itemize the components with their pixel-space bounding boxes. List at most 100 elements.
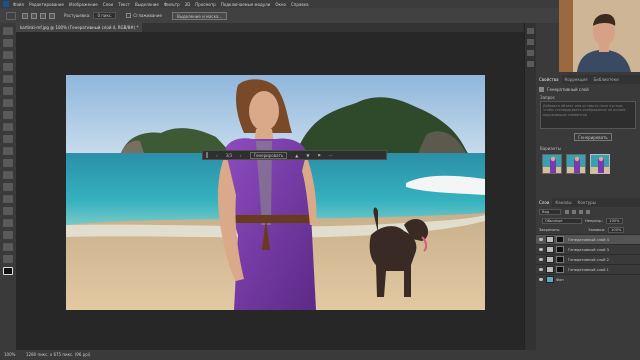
crop-tool-icon[interactable] — [3, 75, 13, 83]
menu-view[interactable]: Просмотр — [195, 2, 216, 7]
history-panel-icon[interactable] — [527, 28, 534, 34]
subtract-selection-icon[interactable] — [40, 12, 46, 19]
foreground-background-color-icon[interactable] — [3, 267, 13, 275]
layer-mask-thumbnail[interactable] — [556, 266, 564, 273]
move-tool-icon[interactable] — [3, 27, 13, 35]
blend-row: Обычные Непрозр.: 100% — [536, 216, 640, 225]
visibility-eye-icon[interactable] — [539, 278, 543, 281]
swatches-panel-icon[interactable] — [527, 50, 534, 56]
dodge-tool-icon[interactable] — [3, 183, 13, 191]
intersect-selection-icon[interactable] — [49, 12, 55, 19]
antialias-label: Сглаживание — [133, 13, 162, 18]
new-selection-icon[interactable] — [22, 12, 28, 19]
menu-layers[interactable]: Слои — [103, 2, 113, 7]
taskbar-grip-icon[interactable] — [206, 152, 208, 158]
thumbs-up-icon[interactable]: ▲ — [295, 153, 298, 158]
layer-mask-thumbnail[interactable] — [556, 246, 564, 253]
visibility-eye-icon[interactable] — [539, 258, 543, 261]
photoshop-logo-icon[interactable] — [3, 1, 9, 7]
visibility-eye-icon[interactable] — [539, 248, 543, 251]
layer-mask-thumbnail[interactable] — [556, 236, 564, 243]
feather-input[interactable]: 0 пикс. — [93, 12, 117, 19]
menu-window[interactable]: Окно — [275, 2, 286, 7]
menu-plugins[interactable]: Подключаемые модули — [221, 2, 271, 7]
menu-text[interactable]: Текст — [118, 2, 130, 7]
prev-variant-icon[interactable]: ‹ — [216, 153, 218, 158]
more-options-icon[interactable]: ··· — [329, 153, 333, 158]
layer-row[interactable]: Фон — [536, 274, 640, 284]
layer-row[interactable]: Генеративный слой 3 — [536, 244, 640, 254]
fill-input[interactable]: 100% — [608, 226, 625, 233]
pen-tool-icon[interactable] — [3, 195, 13, 203]
visibility-eye-icon[interactable] — [539, 238, 543, 241]
layer-mask-thumbnail[interactable] — [556, 256, 564, 263]
document-image[interactable] — [66, 75, 485, 310]
layer-type-row: Генеративный слой — [536, 84, 640, 94]
variant-thumbnail[interactable] — [590, 154, 610, 174]
blur-tool-icon[interactable] — [3, 171, 13, 179]
variant-thumbnail[interactable] — [542, 154, 562, 174]
menu-select[interactable]: Выделение — [135, 2, 159, 7]
prompt-input[interactable]: Добавьте объект или оставьте поле пустым… — [540, 101, 636, 129]
filter-pixel-icon[interactable] — [565, 209, 569, 214]
quick-select-tool-icon[interactable] — [3, 63, 13, 71]
filter-shape-icon[interactable] — [586, 209, 590, 214]
document-tab[interactable]: kartinki-mf.jpg @ 100% (Генеративный сло… — [16, 23, 143, 32]
lasso-tool-icon[interactable] — [3, 51, 13, 59]
antialias-checkbox[interactable] — [126, 13, 132, 18]
flag-icon[interactable]: ⚑ — [317, 153, 321, 158]
canvas-area[interactable]: ‹ 3/3 › Генерировать ▲ ▼ ⚑ ··· — [16, 32, 524, 350]
layer-name: Генеративный слой 1 — [568, 267, 609, 272]
tab-layers[interactable]: Слои — [536, 198, 553, 207]
healing-brush-tool-icon[interactable] — [3, 99, 13, 107]
layer-row[interactable]: Генеративный слой 4 — [536, 234, 640, 244]
color-panel-icon[interactable] — [527, 39, 534, 45]
menu-filter[interactable]: Фильтр — [164, 2, 180, 7]
tab-adjustments[interactable]: Коррекция — [562, 75, 591, 84]
brush-panel-icon[interactable] — [527, 61, 534, 67]
layer-row[interactable]: Генеративный слой 1 — [536, 264, 640, 274]
tab-paths[interactable]: Контуры — [574, 198, 598, 207]
eraser-tool-icon[interactable] — [3, 147, 13, 155]
menu-image[interactable]: Изображение — [69, 2, 98, 7]
filter-adjustment-icon[interactable] — [572, 209, 576, 214]
variant-thumbnail[interactable] — [566, 154, 586, 174]
layer-name: Генеративный слой 3 — [568, 247, 609, 252]
filter-type-icon[interactable] — [579, 209, 583, 214]
brush-tool-icon[interactable] — [3, 111, 13, 119]
shape-tool-icon[interactable] — [3, 231, 13, 239]
generate-button[interactable]: Генерировать — [249, 151, 288, 159]
add-to-selection-icon[interactable] — [31, 12, 37, 19]
menu-edit[interactable]: Редактирование — [29, 2, 64, 7]
hand-tool-icon[interactable] — [3, 243, 13, 251]
layers-list: Генеративный слой 4 Генеративный слой 3 … — [536, 234, 640, 284]
menu-3d[interactable]: 3D — [185, 2, 191, 7]
next-variant-icon[interactable]: › — [240, 153, 242, 158]
opacity-input[interactable]: 100% — [606, 217, 623, 224]
type-tool-icon[interactable] — [3, 207, 13, 215]
tab-channels[interactable]: Каналы — [552, 198, 574, 207]
layer-filter-select[interactable]: Вид — [539, 208, 561, 215]
stamp-tool-icon[interactable] — [3, 123, 13, 131]
status-bar: 100% 1280 пикс. x 675 пикс. (96 ppi) — [0, 350, 640, 360]
select-and-mask-button[interactable]: Выделение и маска... — [171, 11, 228, 20]
eyedropper-tool-icon[interactable] — [3, 87, 13, 95]
zoom-tool-icon[interactable] — [3, 255, 13, 263]
menu-help[interactable]: Справка — [291, 2, 309, 7]
gradient-tool-icon[interactable] — [3, 159, 13, 167]
menu-file[interactable]: Файл — [13, 2, 24, 7]
panel-generate-button[interactable]: Генерировать — [574, 133, 612, 141]
properties-tabs: Свойства Коррекция Библиотеки — [536, 75, 640, 84]
tab-properties[interactable]: Свойства — [536, 75, 562, 84]
thumbs-down-icon[interactable]: ▼ — [306, 153, 309, 158]
visibility-eye-icon[interactable] — [539, 268, 543, 271]
blend-mode-select[interactable]: Обычные — [542, 217, 582, 224]
zoom-readout[interactable]: 100% — [4, 352, 15, 357]
layer-row[interactable]: Генеративный слой 2 — [536, 254, 640, 264]
tab-libraries[interactable]: Библиотеки — [591, 75, 622, 84]
path-select-tool-icon[interactable] — [3, 219, 13, 227]
contextual-task-bar: ‹ 3/3 › Генерировать ▲ ▼ ⚑ ··· — [202, 150, 387, 160]
marquee-tool-icon[interactable] — [3, 39, 13, 47]
history-brush-tool-icon[interactable] — [3, 135, 13, 143]
lasso-tool-preset-icon[interactable] — [6, 11, 16, 20]
